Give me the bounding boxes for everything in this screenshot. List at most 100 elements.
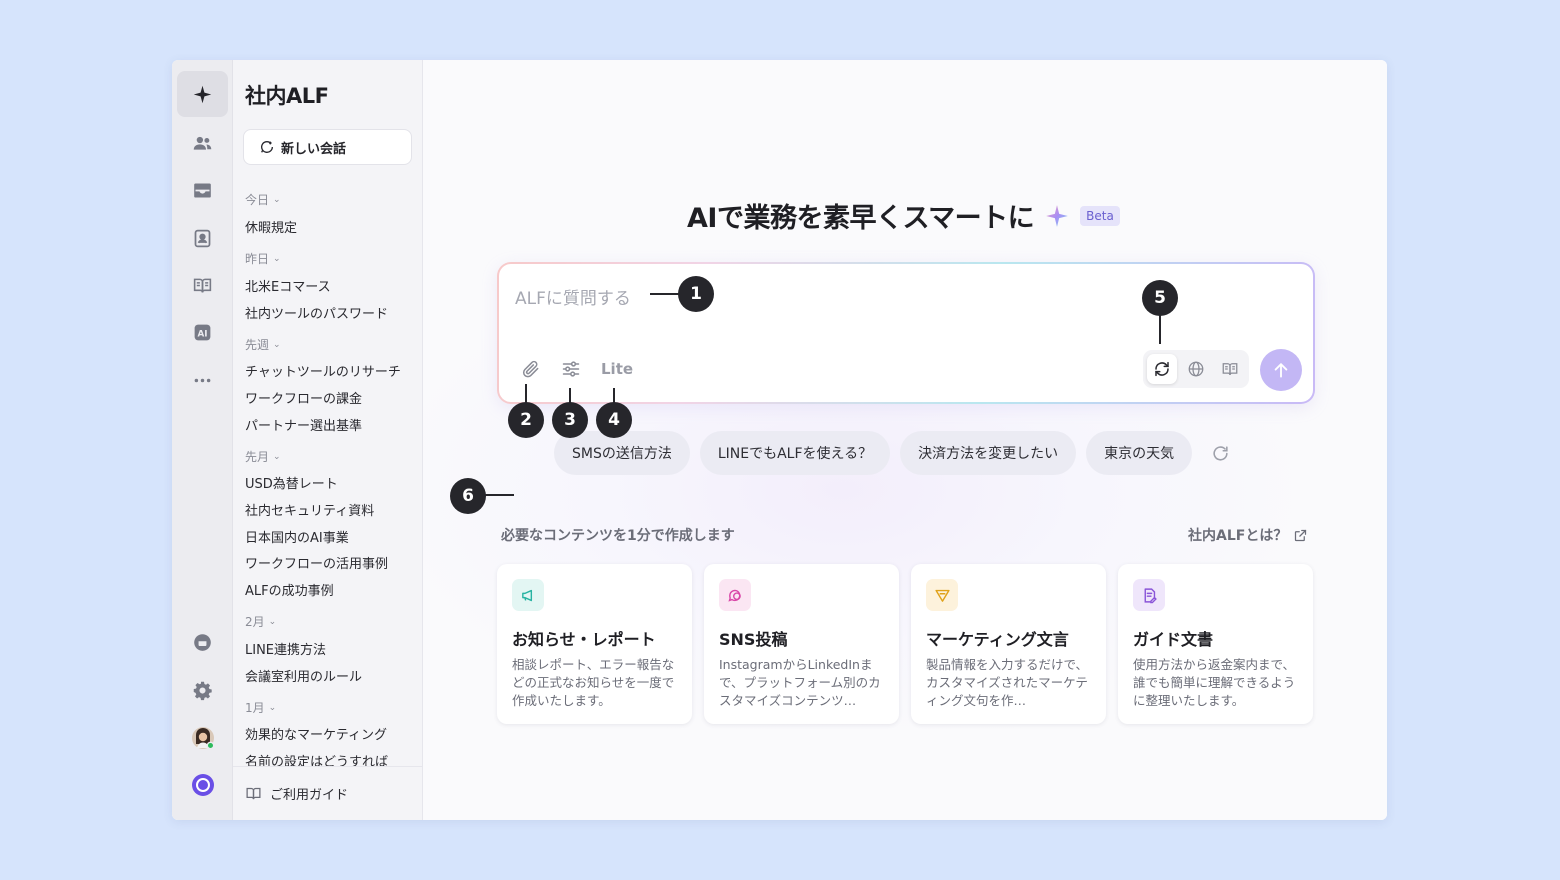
history-group-january: 1月 ⌄ (245, 699, 276, 716)
book-icon[interactable] (177, 262, 228, 308)
annotation-leader (1159, 314, 1161, 344)
globe-icon[interactable] (1181, 354, 1211, 384)
history-item[interactable]: LINE連携方法 (245, 639, 326, 658)
about-link[interactable]: 社内ALFとは？ (1188, 525, 1308, 545)
hero-heading: AIで業務を素早くスマートに Beta (687, 196, 1120, 235)
user-guide-link[interactable]: ご利用ガイド (233, 766, 422, 820)
document-icon (1133, 579, 1165, 611)
history-item[interactable]: 効果的なマーケティング (245, 724, 387, 743)
chevron-down-icon: ⌄ (273, 339, 281, 350)
history-group-header[interactable]: 今日 ⌄ (245, 191, 281, 208)
pen-tool-icon (926, 579, 958, 611)
model-mode-button[interactable]: Lite (601, 360, 633, 378)
history-item[interactable]: 休暇規定 (245, 217, 297, 236)
card-title: ガイド文書 (1133, 630, 1214, 649)
card-title: マーケティング文言 (926, 630, 1069, 649)
megaphone-icon (512, 579, 544, 611)
send-button[interactable] (1260, 349, 1302, 391)
suggestion-chip[interactable]: SMSの送信方法 (554, 431, 690, 475)
annotation-badge-5: 5 (1142, 280, 1178, 316)
suggestion-chip[interactable]: 東京の天気 (1086, 431, 1193, 475)
paperclip-icon[interactable] (521, 359, 541, 379)
annotation-badge-4: 4 (596, 402, 632, 438)
annotation-badge-3: 3 (552, 402, 588, 438)
history-item[interactable]: ワークフローの活用事例 (245, 553, 388, 572)
templates-section-title: 必要なコンテンツを1分で作成します (501, 528, 735, 544)
gear-icon[interactable] (177, 667, 228, 713)
annotation-badge-6: 6 (450, 478, 486, 514)
card-description: 相談レポート、エラー報告などの正式なお知らせを一度で作成いたします。 (512, 657, 675, 708)
template-card[interactable]: お知らせ・レポート 相談レポート、エラー報告などの正式なお知らせを一度で作成いた… (497, 564, 692, 724)
chat-bubble-icon[interactable] (177, 619, 228, 665)
chevron-down-icon: ⌄ (268, 616, 277, 627)
chevron-down-icon: ⌄ (273, 451, 281, 462)
template-card[interactable]: SNS投稿 InstagramからLinkedInまで、プラットフォーム別のカス… (704, 564, 899, 724)
question-input[interactable]: ALFに質問する (515, 284, 631, 309)
beta-badge: Beta (1080, 205, 1120, 226)
mode-toggle-group (1143, 350, 1249, 388)
sparkle-gradient-icon (1046, 204, 1068, 227)
history-item[interactable]: 北米Eコマース (245, 276, 331, 295)
contact-card-icon[interactable] (177, 215, 228, 261)
history-group-yesterday: 昨日 ⌄ (245, 250, 281, 267)
avatar[interactable] (177, 715, 228, 761)
chevron-down-icon: ⌄ (273, 194, 281, 205)
template-card[interactable]: マーケティング文言 製品情報を入力するだけで、カスタマイズされたマーケティング文… (911, 564, 1106, 724)
more-icon[interactable] (177, 357, 228, 403)
history-item[interactable]: パートナー選出基準 (245, 415, 362, 434)
annotation-badge-2: 2 (508, 402, 544, 438)
external-link-icon (1295, 529, 1307, 541)
card-description: InstagramからLinkedInまで、プラットフォーム別のカスタマイズコン… (719, 657, 881, 708)
history-group-today: 今日 ⌄ (245, 191, 281, 208)
history-item[interactable]: USD為替レート (245, 473, 338, 492)
new-chat-label: 新しい会話 (281, 141, 347, 157)
arrow-up-icon (1274, 362, 1288, 378)
history-item[interactable]: チャットツールのリサーチ (245, 361, 401, 380)
history-group-header[interactable]: 先月 ⌄ (245, 448, 281, 465)
icon-rail: AI (172, 60, 233, 820)
chat-bubbles-icon (719, 579, 751, 611)
svg-text:AI: AI (197, 329, 207, 339)
history-item[interactable]: ALFの成功事例 (245, 580, 334, 599)
annotation-badge-1: 1 (678, 276, 714, 312)
card-title: お知らせ・レポート (512, 630, 656, 649)
book-icon (246, 787, 261, 800)
refresh-suggestions-icon[interactable] (1208, 441, 1232, 465)
history-group-header[interactable]: 1月 ⌄ (245, 699, 276, 716)
history-group-header[interactable]: 昨日 ⌄ (245, 250, 281, 267)
app-logo-icon[interactable] (177, 762, 228, 808)
new-chat-button[interactable]: 新しい会話 (243, 129, 412, 165)
book-icon[interactable] (1215, 354, 1245, 384)
app-window: AI 社内ALF 新しい会話 今日 ⌄ 休暇規定 昨日 ⌄ 北米Eコマース 社内… (172, 60, 1387, 820)
annotation-leader (484, 494, 514, 496)
card-title: SNS投稿 (719, 630, 788, 649)
suggestion-chip[interactable]: LINEでもALFを使える？ (699, 431, 891, 475)
annotation-leader (650, 293, 680, 295)
composer-box: ALFに質問する Lite (499, 264, 1313, 402)
main-area: AIで業務を素早くスマートに Beta ALFに質問する Lite SMSの送信… (423, 60, 1387, 820)
users-icon[interactable] (177, 120, 228, 166)
history-item[interactable]: 社内ツールのパスワード (245, 303, 388, 322)
inbox-icon[interactable] (177, 167, 228, 213)
refresh-icon[interactable] (1147, 354, 1177, 384)
sparkle-icon[interactable] (177, 71, 228, 117)
history-group-last-month: 先月 ⌄ (245, 448, 281, 465)
history-group-header[interactable]: 2月 ⌄ (245, 613, 276, 630)
template-card[interactable]: ガイド文書 使用方法から返金案内まで、誰でも簡単に理解できるように整理いたします… (1118, 564, 1313, 724)
sidebar: 社内ALF 新しい会話 今日 ⌄ 休暇規定 昨日 ⌄ 北米Eコマース 社内ツールのパ… (233, 60, 423, 820)
suggestion-chips: SMSの送信方法 LINEでもALFを使える？ 決済方法を変更したい 東京の天気 (554, 431, 1232, 475)
ai-icon[interactable]: AI (177, 309, 228, 355)
suggestion-chip[interactable]: 決済方法を変更したい (900, 431, 1077, 475)
history-item[interactable]: ワークフローの課金 (245, 388, 362, 407)
history-item[interactable]: 会議室利用のルール (245, 666, 362, 685)
history-group-february: 2月 ⌄ (245, 613, 276, 630)
card-description: 製品情報を入力するだけで、カスタマイズされたマーケティング文句を作… (926, 657, 1089, 708)
chevron-down-icon: ⌄ (268, 702, 277, 713)
sliders-icon[interactable] (561, 359, 581, 379)
hero-title: AIで業務を素早くスマートに (687, 203, 1035, 234)
chevron-down-icon: ⌄ (273, 253, 281, 264)
history-item[interactable]: 日本国内のAI事業 (245, 527, 349, 546)
about-link-label: 社内ALFとは？ (1188, 528, 1288, 544)
history-item[interactable]: 社内セキュリティ資料 (245, 500, 374, 519)
history-group-header[interactable]: 先週 ⌄ (245, 336, 281, 353)
